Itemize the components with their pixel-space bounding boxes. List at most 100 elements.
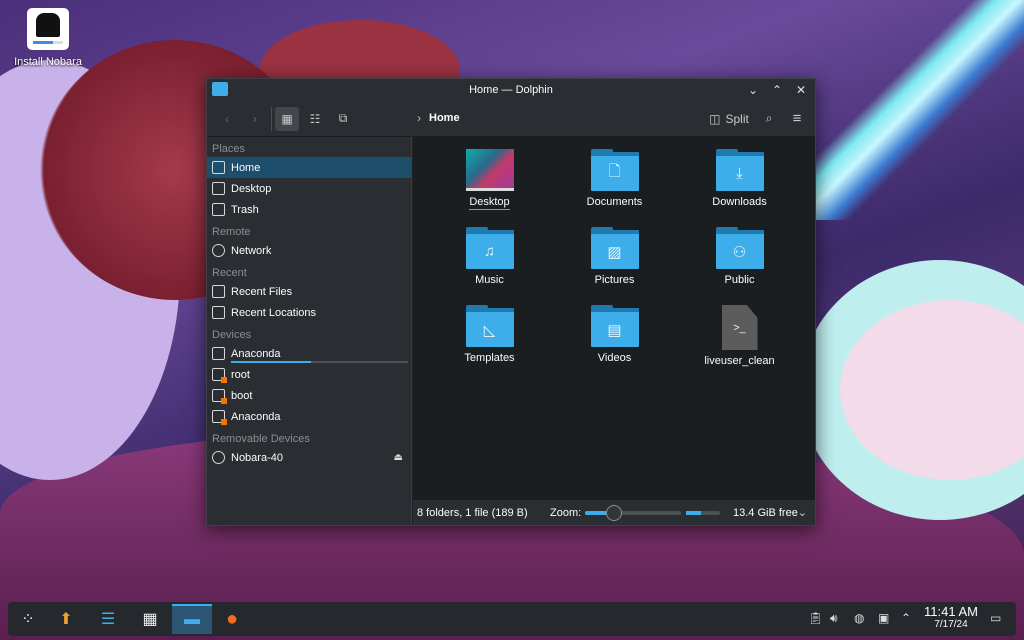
recent-locations-icon	[212, 306, 225, 319]
split-button[interactable]: ◫ Split	[707, 107, 751, 131]
maximize-button[interactable]: ⌃	[769, 82, 785, 98]
digital-clock[interactable]: 11:41 AM 7/17/24	[920, 604, 982, 630]
dolphin-task-button[interactable]: ▬	[172, 604, 212, 634]
zoom-slider[interactable]	[585, 505, 681, 521]
sidebar-item-desktop[interactable]: Desktop	[207, 178, 411, 199]
sidebar-item-boot[interactable]: boot	[207, 385, 411, 406]
eject-icon[interactable]: ⏏	[394, 452, 403, 463]
file-item[interactable]: 🗋 Documents	[552, 149, 677, 215]
updater-button[interactable]: ⬆	[48, 604, 84, 634]
folder-icon: ▬	[184, 611, 200, 628]
desktop-folder-thumbnail	[465, 149, 514, 191]
file-item[interactable]: ⤓ Downloads	[677, 149, 802, 215]
selection-summary: 8 folders, 1 file (189 B)	[417, 506, 528, 519]
minimize-button[interactable]: ⌄	[745, 82, 761, 98]
section-remote: Remote	[212, 226, 251, 238]
folder-glyph-icon: 🗋	[590, 156, 639, 191]
clipboard-icon[interactable]: 📋︎	[808, 611, 823, 625]
drive-locked-icon	[212, 410, 227, 425]
file-item[interactable]: ▨ Pictures	[552, 227, 677, 293]
sidebar-item-recent-locations[interactable]: Recent Locations	[207, 302, 411, 323]
network-icon[interactable]: ◍	[854, 611, 864, 625]
sidebar-item-anaconda[interactable]: Anaconda	[207, 343, 411, 364]
toolbar: ‹ › ▦ ☷ ⧉ › Home ◫ Split ⌕ ≡	[207, 101, 815, 137]
icons-view-icon: ▦	[281, 111, 293, 126]
forward-button[interactable]: ›	[243, 107, 267, 131]
status-bar: 8 folders, 1 file (189 B) Zoom: 13.4 GiB…	[413, 499, 815, 525]
home-icon	[212, 161, 225, 174]
close-button[interactable]: ✕	[793, 82, 809, 98]
dolphin-app-icon	[212, 82, 228, 96]
section-removable: Removable Devices	[212, 433, 310, 445]
sidebar-item-network[interactable]: Network	[207, 240, 411, 261]
file-item[interactable]: ♫ Music	[427, 227, 552, 293]
icons-view-button[interactable]: ▦	[275, 106, 299, 131]
taskbar: ⁘ ⬆ ☰ ▦ ▬ ● 📋︎ 🔊︎ ◍ ▣ ⌃ 11:41 AM 7/17/24…	[8, 602, 1016, 636]
search-icon: ⌕	[765, 111, 773, 125]
discover-button[interactable]: ▦	[132, 604, 168, 634]
trash-icon	[212, 203, 225, 216]
chevron-right-icon: ›	[417, 111, 421, 125]
folder-glyph-icon: ⚇	[715, 234, 764, 269]
file-name: Pictures	[594, 274, 635, 286]
disk-space-bar	[686, 511, 720, 515]
folder-icon: ⤓	[715, 149, 764, 191]
sidebar-item-nobara-40[interactable]: Nobara-40 ⏏	[207, 447, 411, 468]
folder-icon: ◺	[465, 305, 514, 347]
file-item[interactable]: Desktop	[427, 149, 552, 215]
details-view-button[interactable]: ⧉	[331, 107, 355, 131]
split-icon: ◫	[709, 111, 721, 126]
script-file-icon: >_	[721, 305, 758, 350]
expand-tray-icon[interactable]: ⌃	[901, 611, 911, 625]
compact-view-button[interactable]: ☷	[303, 107, 327, 131]
firefox-button[interactable]: ●	[214, 604, 250, 634]
file-item[interactable]: ◺ Templates	[427, 305, 552, 371]
title-bar[interactable]: Home — Dolphin ⌄ ⌃ ✕	[207, 79, 815, 101]
file-name: Music	[475, 274, 504, 286]
details-view-icon: ⧉	[338, 111, 348, 125]
hamburger-menu-icon: ≡	[792, 110, 802, 127]
wallpaper-cloud	[840, 300, 1024, 480]
back-button[interactable]: ‹	[215, 107, 239, 131]
free-space[interactable]: 13.4 GiB free	[733, 507, 798, 519]
optical-disc-icon	[212, 451, 225, 464]
clock-time: 11:41 AM	[924, 604, 978, 619]
volume-icon[interactable]: 🔊︎	[830, 611, 838, 626]
show-desktop-icon[interactable]: ▭	[990, 611, 1001, 625]
chevron-down-icon[interactable]: ⌄	[798, 506, 807, 519]
display-icon[interactable]: ▣	[878, 611, 889, 625]
application-launcher-button[interactable]: ⁘	[10, 604, 46, 634]
settings-icon: ☰	[100, 611, 116, 628]
forward-icon: ›	[253, 111, 257, 126]
sidebar-item-recent-files[interactable]: Recent Files	[207, 281, 411, 302]
file-name: Templates	[464, 352, 515, 364]
discover-icon: ▦	[142, 611, 158, 628]
wallpaper-beam	[780, 0, 1024, 220]
system-settings-button[interactable]: ☰	[90, 604, 126, 634]
sidebar-item-root[interactable]: root	[207, 364, 411, 385]
desktop-icon-label: Install Nobara	[14, 56, 82, 68]
clock-date: 7/17/24	[934, 619, 968, 630]
drive-locked-icon	[212, 368, 227, 383]
breadcrumb-home[interactable]: Home	[429, 112, 460, 124]
sidebar-item-home[interactable]: Home	[207, 157, 411, 178]
menu-button[interactable]: ≡	[787, 107, 807, 131]
file-item[interactable]: >_ liveuser_clean	[677, 305, 802, 371]
breadcrumb: › Home	[417, 111, 460, 125]
sidebar-item-trash[interactable]: Trash	[207, 199, 411, 220]
file-name: Public	[724, 274, 755, 286]
file-item[interactable]: ▤ Videos	[552, 305, 677, 371]
zoom-label: Zoom:	[550, 506, 582, 519]
folder-icon: ▤	[590, 305, 639, 347]
desktop-icon-install-nobara[interactable]: Install Nobara	[12, 8, 84, 68]
folder-glyph-icon: ⤓	[715, 156, 764, 191]
file-name: Desktop	[469, 196, 510, 210]
section-recent: Recent	[212, 267, 247, 279]
file-item[interactable]: ⚇ Public	[677, 227, 802, 293]
file-view[interactable]: Desktop 🗋 Documents ⤓ Downloads ♫ Music ▨ Pictur…	[413, 137, 815, 499]
search-button[interactable]: ⌕	[759, 107, 779, 131]
section-places: Places	[212, 143, 246, 155]
sidebar-item-anaconda-2[interactable]: Anaconda	[207, 406, 411, 427]
launcher-icon: ⁘	[21, 611, 35, 628]
zoom-slider-handle[interactable]	[605, 505, 622, 521]
